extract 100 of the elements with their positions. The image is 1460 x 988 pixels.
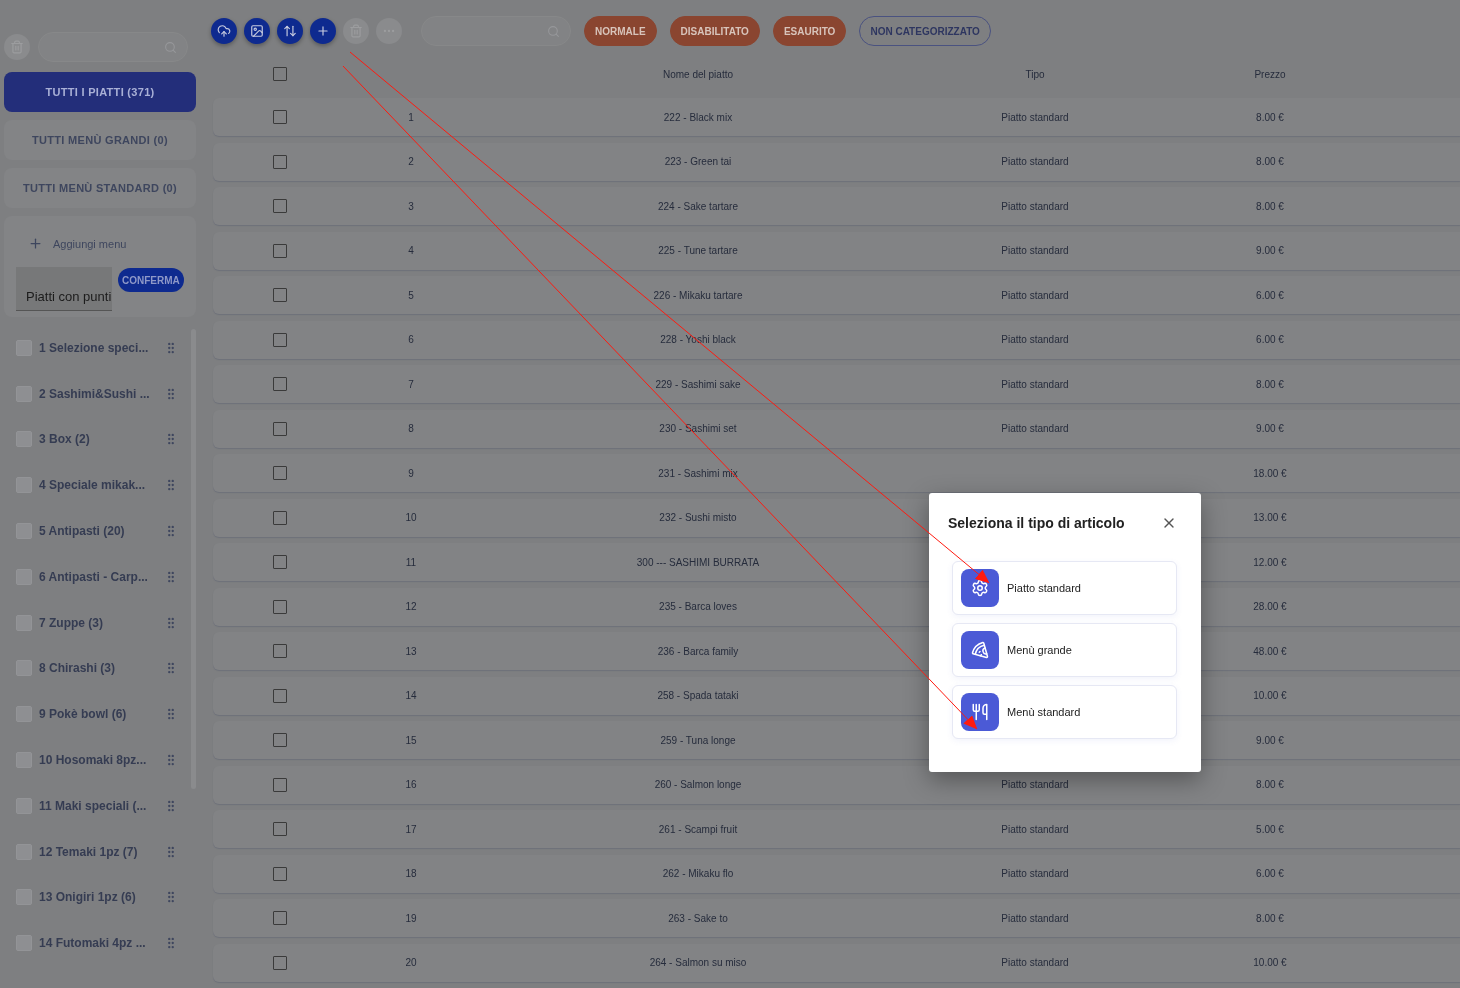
row-checkbox[interactable] [273, 377, 287, 391]
table-row[interactable]: 19 263 - Sake to Piatto standard 8.00 € [213, 899, 1460, 937]
row-checkbox[interactable] [273, 644, 287, 658]
gear-icon [961, 569, 999, 607]
row-checkbox[interactable] [273, 510, 287, 525]
category-name[interactable]: 8 Chirashi (3) [39, 661, 157, 676]
row-checkbox[interactable] [273, 555, 287, 569]
item-type-option[interactable]: Menù standard [952, 685, 1177, 739]
dish-name: 261 - Scampi fruit [658, 823, 738, 835]
table-row[interactable]: 16 260 - Salmon longe Piatto standard 8.00 € [213, 765, 1460, 804]
category-name[interactable]: 10 Hosomaki 8pz... [39, 753, 157, 768]
row-number: 19 [405, 912, 417, 924]
filter-chip[interactable]: DISABILITATO [669, 16, 760, 46]
row-checkbox[interactable] [273, 777, 287, 792]
price: 12.00 € [1253, 556, 1287, 568]
row-checkbox[interactable] [273, 199, 287, 213]
dish-type: Piatto standard [1001, 156, 1069, 167]
item-type-option[interactable]: Menù grande [952, 623, 1177, 677]
row-checkbox[interactable] [273, 466, 287, 480]
add-button[interactable] [310, 18, 336, 44]
row-checkbox[interactable] [273, 288, 287, 302]
category-name[interactable]: 7 Zuppe (3) [39, 615, 157, 630]
table-row[interactable]: 2 223 - Green tai Piatto standard 8.00 € [213, 142, 1460, 181]
row-number: 1 [408, 111, 414, 123]
price: 10.00 € [1253, 957, 1287, 968]
sort-button[interactable] [277, 18, 303, 44]
row-number: 20 [405, 957, 417, 968]
confirm-button[interactable]: CONFERMA [118, 268, 184, 292]
table-row[interactable]: 20 264 - Salmon su miso Piatto standard 10.00 € [213, 943, 1460, 982]
row-number: 13 [405, 645, 417, 657]
price: 10.00 € [1253, 690, 1287, 701]
price: 9.00 € [1256, 734, 1284, 746]
category-name[interactable]: 6 Antipasti - Carp... [39, 569, 157, 584]
row-checkbox[interactable] [273, 688, 287, 703]
row-checkbox[interactable] [273, 599, 287, 614]
item-type-option[interactable]: Piatto standard [952, 561, 1177, 615]
sort-icon [283, 24, 297, 38]
table-row[interactable]: 3 224 - Sake tartare Piatto standard 8.00 € [213, 187, 1460, 225]
row-checkbox[interactable] [273, 955, 287, 970]
filter-chip[interactable]: ESAURITO [772, 16, 847, 46]
category-name[interactable]: 9 Pokè bowl (6) [39, 707, 157, 722]
category-name[interactable]: 3 Box (2) [39, 432, 157, 447]
category-name[interactable]: 12 Temaki 1pz (7) [39, 844, 157, 859]
row-checkbox[interactable] [273, 243, 287, 258]
table-row[interactable]: 7 229 - Sashimi sake Piatto standard 8.00 € [213, 365, 1460, 403]
price: 6.00 € [1256, 868, 1284, 879]
dish-name: 224 - Sake tartare [657, 200, 738, 212]
row-checkbox[interactable] [273, 332, 287, 347]
row-checkbox[interactable] [273, 822, 287, 836]
dish-name: 226 - Mikaku tartare [653, 289, 743, 301]
price: 5.00 € [1256, 823, 1284, 835]
table-row[interactable]: 1 222 - Black mix Piatto standard 8.00 € [213, 98, 1460, 136]
row-checkbox[interactable] [273, 154, 287, 169]
upload-button[interactable] [211, 18, 237, 44]
category-name[interactable]: 13 Onigiri 1pz (6) [39, 890, 157, 905]
table-row[interactable]: 5 226 - Mikaku tartare Piatto standard 6.00 € [213, 276, 1460, 314]
price: 28.00 € [1253, 601, 1287, 612]
category-tab[interactable]: TUTTI MENÙ GRANDI (0) [4, 120, 196, 160]
category-name[interactable]: 1 Selezione speci... [39, 340, 157, 355]
row-number: 9 [408, 467, 414, 479]
dialog-title: Seleziona il tipo di articolo [948, 515, 1125, 531]
category-name[interactable]: 14 Futomaki 4pz ... [39, 936, 157, 951]
price: 9.00 € [1256, 423, 1284, 434]
add-menu-link[interactable]: Aggiungi menu [16, 232, 139, 255]
dish-name: 229 - Sashimi sake [655, 378, 741, 390]
search-field[interactable] [38, 32, 188, 62]
price: 8.00 € [1256, 156, 1284, 167]
search-field[interactable] [421, 16, 571, 46]
dish-name: 263 - Sake to [668, 912, 728, 924]
row-checkbox[interactable] [273, 911, 287, 925]
menu-name-field[interactable]: Piatti con punti [16, 267, 112, 311]
dish-name: 235 - Barca loves [659, 601, 737, 612]
row-number: 5 [408, 289, 414, 301]
filter-chip[interactable]: NORMALE [584, 16, 657, 46]
row-number: 2 [408, 156, 414, 167]
category-name[interactable]: 5 Antipasti (20) [39, 524, 157, 539]
dish-name: 300 --- SASHIMI BURRATA [636, 556, 760, 568]
delete-button[interactable] [4, 34, 30, 60]
table-row[interactable]: 4 225 - Tune tartare Piatto standard 9.00 € [213, 231, 1460, 270]
plus-icon [28, 236, 43, 251]
dish-name: 262 - Mikaku flo [662, 868, 734, 879]
dish-name: 259 - Tuna longe [660, 734, 736, 746]
row-checkbox[interactable] [273, 733, 287, 747]
column-header: Nome del piatto [662, 68, 733, 80]
row-checkbox[interactable] [273, 421, 287, 436]
row-checkbox[interactable] [273, 866, 287, 881]
price: 6.00 € [1256, 334, 1284, 345]
category-name[interactable]: 4 Speciale mikak... [39, 478, 157, 493]
table-row[interactable]: 18 262 - Mikaku flo Piatto standard 6.00 € [213, 854, 1460, 893]
image-button[interactable] [244, 18, 270, 44]
dish-type: Piatto standard [1001, 912, 1069, 924]
category-tab[interactable]: TUTTI I PIATTI (371) [4, 72, 196, 112]
row-checkbox[interactable] [273, 110, 287, 124]
category-name[interactable]: 11 Maki speciali (... [39, 798, 157, 813]
table-row[interactable]: 17 261 - Scampi fruit Piatto standard 5.00 € [213, 810, 1460, 848]
category-name[interactable]: 2 Sashimi&Sushi ... [39, 386, 157, 401]
row-number: 16 [405, 779, 417, 790]
select-all-checkbox[interactable] [273, 67, 287, 81]
category-tab[interactable]: TUTTI MENÙ STANDARD (0) [4, 168, 196, 208]
row-number: 15 [405, 734, 417, 746]
